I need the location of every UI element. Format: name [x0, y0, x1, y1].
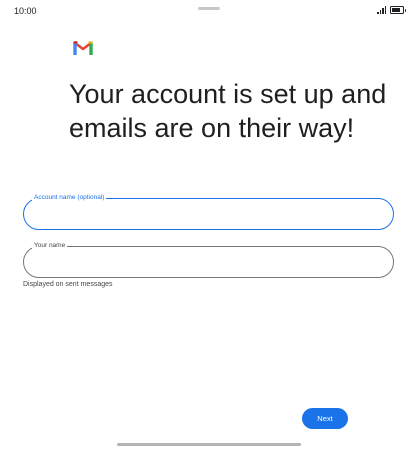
account-name-field[interactable]: Account name (optional): [23, 193, 394, 230]
navigation-handle[interactable]: [117, 443, 301, 446]
battery-icon: [390, 6, 406, 14]
status-icons: [377, 6, 406, 14]
your-name-helper-text: Displayed on sent messages: [23, 281, 113, 288]
gmail-logo: [73, 41, 93, 55]
account-name-label: Account name (optional): [32, 193, 107, 203]
page-title: Your account is set up and emails are on…: [69, 79, 387, 143]
your-name-field[interactable]: Your name: [23, 241, 394, 278]
next-button[interactable]: Next: [302, 408, 348, 429]
your-name-label: Your name: [32, 241, 68, 251]
camera-notch: [198, 7, 220, 10]
status-time: 10:00: [14, 6, 37, 16]
status-bar: 10:00: [0, 0, 418, 22]
signal-icon: [377, 6, 386, 14]
account-name-input[interactable]: [34, 205, 374, 223]
your-name-input[interactable]: [34, 253, 374, 271]
